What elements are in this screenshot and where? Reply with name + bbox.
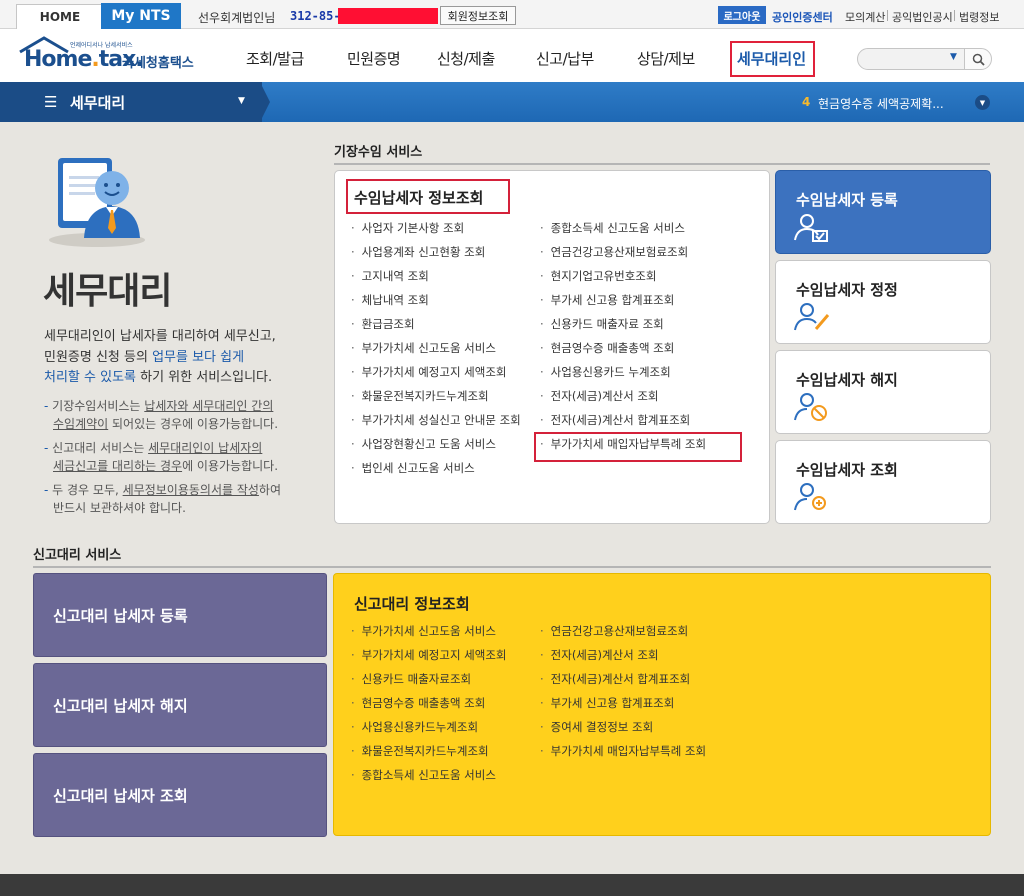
mock-calc-link[interactable]: 모의계산 bbox=[845, 9, 885, 25]
page-description-line1: 세무대리인이 납세자를 대리하여 세무신고, bbox=[44, 329, 276, 344]
service-link[interactable]: · 연금건강고용산재보험료조회 bbox=[540, 244, 688, 260]
filing-service-link[interactable]: · 현금영수증 매출총액 조회 bbox=[351, 695, 485, 711]
redacted-block bbox=[338, 8, 438, 24]
service-link[interactable]: · 사업용신용카드 누계조회 bbox=[540, 364, 671, 380]
service-link[interactable]: · 부가가치세 성실신고 안내문 조회 bbox=[351, 412, 521, 428]
bookkeeping-section-title: 기장수임 서비스 bbox=[334, 145, 423, 160]
service-link[interactable]: · 신용카드 매출자료 조회 bbox=[540, 316, 664, 332]
page-description-line3: 처리할 수 있도록 하기 위한 서비스입니다. bbox=[44, 366, 272, 385]
service-link-vat-special[interactable]: · 부가가치세 매입자납부특례 조회 bbox=[540, 436, 706, 452]
service-link[interactable]: · 현지기업고유번호조회 bbox=[540, 268, 656, 284]
service-link[interactable]: · 화물운전복지카드누계조회 bbox=[351, 388, 489, 404]
filing-service-link[interactable]: · 부가가치세 매입자납부특례 조회 bbox=[540, 743, 706, 759]
register-client-label: 수임납세자 등록 bbox=[796, 191, 898, 209]
caret-down-icon[interactable]: ▼ bbox=[238, 96, 245, 106]
user-edit-icon bbox=[794, 303, 830, 331]
nav-inquiry[interactable]: 조회/발급 bbox=[246, 48, 304, 69]
user-search-icon bbox=[794, 483, 826, 511]
terminate-client-label: 수임납세자 해지 bbox=[796, 371, 898, 389]
note-bullet-2b: 세금신고를 대리하는 경우에 이용가능합니다. bbox=[53, 459, 279, 473]
service-link[interactable]: · 부가가치세 신고도움 서비스 bbox=[351, 340, 496, 356]
section-divider bbox=[33, 566, 991, 568]
search-input[interactable] bbox=[857, 48, 965, 70]
tax-agent-illustration-icon bbox=[49, 158, 145, 247]
service-link[interactable]: · 부가세 신고용 합계표조회 bbox=[540, 292, 674, 308]
search-button[interactable] bbox=[964, 48, 992, 70]
user-remove-icon bbox=[794, 393, 827, 421]
filing-service-link[interactable]: · 부가가치세 예정고지 세액조회 bbox=[351, 647, 507, 663]
user-check-icon bbox=[794, 214, 828, 242]
desc-highlight: 업무를 보다 쉽게 bbox=[152, 350, 245, 365]
page-title: 세무대리 bbox=[43, 271, 172, 312]
filing-info-title: 신고대리 정보조회 bbox=[354, 595, 470, 613]
service-link[interactable]: · 전자(세금)계산서 조회 bbox=[540, 388, 659, 404]
nav-tax-agent[interactable]: 세무대리인 bbox=[737, 48, 806, 69]
filing-service-link[interactable]: · 전자(세금)계산서 합계표조회 bbox=[540, 671, 690, 687]
menu-title[interactable]: 세무대리 bbox=[70, 92, 125, 113]
filing-service-link[interactable]: · 부가세 신고용 합계표조회 bbox=[540, 695, 674, 711]
footer-bar bbox=[0, 874, 1024, 896]
util-divider bbox=[954, 10, 955, 21]
note-bullet-1b: 수임계약이 되어있는 경우에 이용가능합니다. bbox=[53, 417, 279, 431]
logo-korean: 국세청홈택스 bbox=[122, 56, 194, 71]
filing-service-link[interactable]: · 사업용신용카드누계조회 bbox=[351, 719, 478, 735]
filing-register-label: 신고대리 납세자 등록 bbox=[53, 607, 188, 625]
service-link[interactable]: · 법인세 신고도움 서비스 bbox=[351, 460, 475, 476]
filing-section-title: 신고대리 서비스 bbox=[33, 548, 122, 563]
ticker-number: 4 bbox=[802, 95, 811, 109]
member-info-button[interactable]: 회원정보조회 bbox=[440, 6, 516, 25]
filing-service-link[interactable]: · 증여세 결정정보 조회 bbox=[540, 719, 653, 735]
nav-apply-submit[interactable]: 신청/제출 bbox=[437, 48, 495, 69]
filing-service-link[interactable]: · 연금건강고용산재보험료조회 bbox=[540, 623, 688, 639]
desc-text: 하기 위한 서비스입니다. bbox=[136, 370, 273, 385]
service-link[interactable]: · 현금영수증 매출총액 조회 bbox=[540, 340, 674, 356]
desc-highlight: 처리할 수 있도록 bbox=[44, 370, 136, 385]
filing-service-link[interactable]: · 전자(세금)계산서 조회 bbox=[540, 647, 659, 663]
notice-ticker[interactable]: 현금영수증 세액공제확... bbox=[818, 95, 944, 112]
user-greeting: 선우회계법인님 bbox=[198, 11, 276, 25]
section-divider bbox=[334, 163, 990, 165]
edit-client-label: 수임납세자 정정 bbox=[796, 281, 898, 299]
service-link[interactable]: · 체납내역 조회 bbox=[351, 292, 429, 308]
util-divider bbox=[887, 10, 888, 21]
filing-search-label: 신고대리 납세자 조회 bbox=[53, 787, 188, 805]
service-link[interactable]: · 사업자 기본사항 조회 bbox=[351, 220, 464, 236]
service-link[interactable]: · 사업장현황신고 도움 서비스 bbox=[351, 436, 496, 452]
note-bullet-3b: 반드시 보관하셔야 합니다. bbox=[53, 501, 186, 515]
filing-service-link[interactable]: · 신용카드 매출자료조회 bbox=[351, 671, 471, 687]
chevron-down-icon[interactable]: ▼ bbox=[975, 95, 990, 110]
service-link[interactable]: · 고지내역 조회 bbox=[351, 268, 429, 284]
service-link[interactable]: · 환급금조회 bbox=[351, 316, 415, 332]
nav-file-pay[interactable]: 신고/납부 bbox=[536, 48, 594, 69]
filing-service-link[interactable]: · 화물운전복지카드누계조회 bbox=[351, 743, 489, 759]
filing-service-link[interactable]: · 종합소득세 신고도움 서비스 bbox=[351, 767, 496, 783]
menu-arrow-shape bbox=[260, 82, 270, 122]
service-link[interactable]: · 전자(세금)계산서 합계표조회 bbox=[540, 412, 690, 428]
note-bullet-1: - 기장수임서비스는 납세자와 세무대리인 간의 bbox=[44, 399, 274, 413]
client-info-title: 수임납세자 정보조회 bbox=[354, 189, 484, 207]
note-bullet-2: - 신고대리 서비스는 세무대리인이 납세자의 bbox=[44, 441, 263, 455]
note-bullet-3: - 두 경우 모두, 세무정보이용동의서를 작성하여 bbox=[44, 483, 282, 497]
service-link[interactable]: · 종합소득세 신고도움 서비스 bbox=[540, 220, 685, 236]
mynts-tab[interactable]: My NTS bbox=[101, 3, 181, 29]
business-number: 312-85- bbox=[290, 9, 341, 23]
desc-text: 민원증명 신청 등의 bbox=[44, 350, 153, 365]
page-description-line2: 민원증명 신청 등의 업무를 보다 쉽게 bbox=[44, 346, 244, 365]
logout-button[interactable]: 로그아웃 bbox=[718, 6, 766, 24]
search-client-label: 수임납세자 조회 bbox=[796, 461, 898, 479]
filing-service-link[interactable]: · 부가가치세 신고도움 서비스 bbox=[351, 623, 496, 639]
search-dropdown-icon[interactable]: ▼ bbox=[950, 52, 957, 62]
cert-center-link[interactable]: 공인인증센터 bbox=[772, 9, 833, 25]
service-link[interactable]: · 부가가치세 예정고지 세액조회 bbox=[351, 364, 507, 380]
hamburger-icon[interactable]: ☰ bbox=[44, 93, 57, 111]
nav-consult[interactable]: 상담/제보 bbox=[637, 48, 695, 69]
law-info-link[interactable]: 법령정보 bbox=[959, 9, 999, 25]
public-corp-link[interactable]: 공익법인공시 bbox=[892, 9, 953, 25]
search-icon bbox=[972, 53, 985, 66]
menu-dropdown[interactable] bbox=[0, 82, 262, 122]
home-tab[interactable]: HOME bbox=[16, 4, 104, 29]
service-link[interactable]: · 사업용계좌 신고현황 조회 bbox=[351, 244, 485, 260]
filing-terminate-label: 신고대리 납세자 해지 bbox=[53, 697, 188, 715]
nav-civil-cert[interactable]: 민원증명 bbox=[347, 48, 401, 69]
